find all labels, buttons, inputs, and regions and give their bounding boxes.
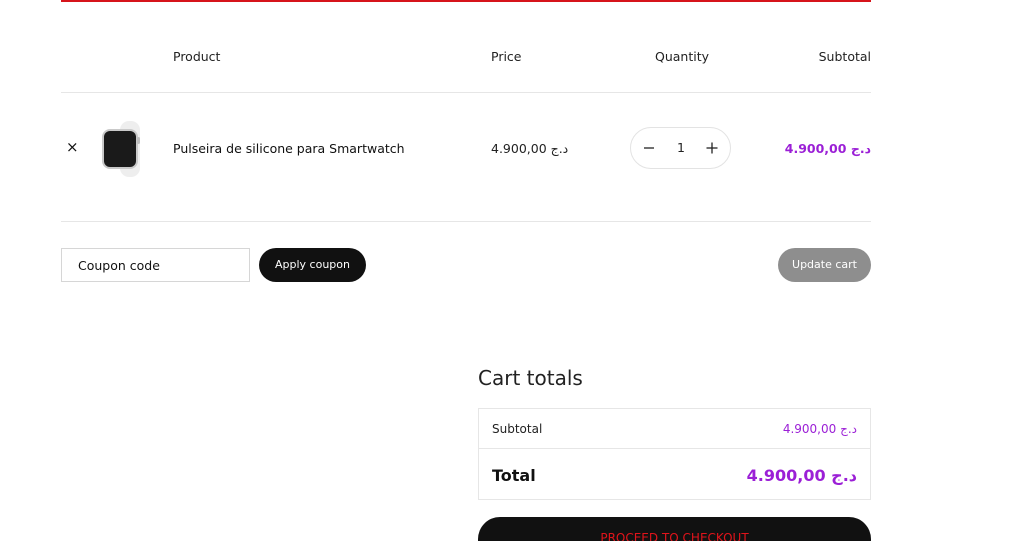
cart-page: Product Price Quantity Subtotal × Pulsei…: [0, 0, 1024, 541]
header-subtotal: Subtotal: [818, 49, 871, 64]
apply-coupon-button[interactable]: Apply coupon: [259, 248, 366, 282]
table-divider: [61, 221, 871, 222]
totals-subtotal-label: Subtotal: [492, 422, 543, 436]
product-name-link[interactable]: Pulseira de silicone para Smartwatch: [173, 141, 405, 156]
header-product: Product: [173, 49, 221, 64]
totals-total-label: Total: [492, 466, 536, 485]
cart-totals-table: Subtotal 4.900,00 د.ج Total 4.900,00 د.ج: [478, 408, 871, 500]
smartwatch-icon[interactable]: [96, 119, 152, 179]
top-accent-rule: [61, 0, 871, 2]
update-cart-button[interactable]: Update cart: [778, 248, 871, 282]
plus-icon[interactable]: [702, 138, 722, 158]
quantity-value[interactable]: 1: [666, 140, 696, 155]
product-price: 4.900,00 د.ج: [491, 141, 569, 156]
cart-totals-title: Cart totals: [478, 366, 583, 390]
remove-item-button[interactable]: ×: [66, 139, 80, 155]
row-subtotal: 4.900,00 د.ج: [784, 141, 871, 156]
quantity-stepper: 1: [630, 127, 731, 169]
header-price: Price: [491, 49, 522, 64]
coupon-code-input[interactable]: [61, 248, 250, 282]
table-divider: [61, 92, 871, 93]
totals-divider: [479, 448, 870, 449]
header-quantity: Quantity: [655, 49, 710, 64]
proceed-to-checkout-button[interactable]: PROCEED TO CHECKOUT: [478, 517, 871, 541]
totals-total-value: 4.900,00 د.ج: [746, 466, 857, 485]
totals-subtotal-value: 4.900,00 د.ج: [782, 422, 857, 436]
minus-icon[interactable]: [639, 138, 659, 158]
